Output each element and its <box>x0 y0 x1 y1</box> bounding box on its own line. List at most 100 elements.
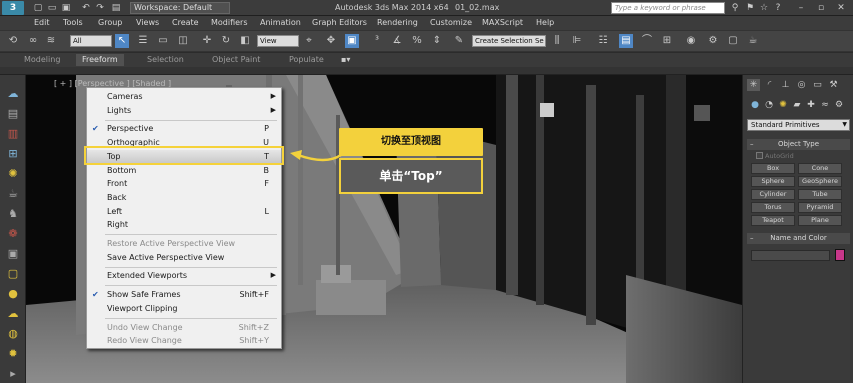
subscription-icon[interactable]: ⚑ <box>744 2 756 14</box>
menu-item-bottom[interactable]: Bottom B <box>87 164 281 177</box>
menu-item-front[interactable]: Front F <box>87 177 281 190</box>
menu-item-lights[interactable]: Lights ▶ <box>87 104 281 117</box>
motion-tab-icon[interactable]: ◎ <box>795 79 808 91</box>
menu-group[interactable]: Group <box>98 17 122 29</box>
teapot-icon[interactable]: ☕ <box>5 187 21 201</box>
redo-icon[interactable]: ↷ <box>94 2 106 14</box>
curve-editor-icon[interactable]: ⌒ <box>640 34 654 48</box>
graphite-ribbon-icon[interactable]: ▤ <box>619 34 633 48</box>
layer-icon[interactable]: ▤ <box>5 107 21 121</box>
layer-manager-icon[interactable]: ☷ <box>596 34 610 48</box>
undo-icon[interactable]: ⟲ <box>6 34 20 48</box>
render-production-icon[interactable]: ☕ <box>746 34 760 48</box>
menu-item-perspective[interactable]: ✔ Perspective P <box>87 122 281 135</box>
open-file-icon[interactable]: ▭ <box>46 2 58 14</box>
menu-item-redo-view-change[interactable]: Redo View Change Shift+Y <box>87 334 281 347</box>
tab-freeform[interactable]: Freeform <box>76 54 124 66</box>
window-crossing-icon[interactable]: ◫ <box>176 34 190 48</box>
tube-button[interactable]: Tube <box>798 189 842 200</box>
snaps-toggle-icon[interactable]: ³ <box>370 34 384 48</box>
rectangular-selection-icon[interactable]: ▭ <box>156 34 170 48</box>
reference-coordinate-dropdown[interactable]: View <box>257 35 299 47</box>
menu-views[interactable]: Views <box>136 17 159 29</box>
move-icon[interactable]: ✛ <box>200 34 214 48</box>
menu-rendering[interactable]: Rendering <box>377 17 418 29</box>
menu-item-show-safe-frames[interactable]: ✔ Show Safe Frames Shift+F <box>87 288 281 301</box>
select-manipulate-icon[interactable]: ✥ <box>324 34 338 48</box>
geometry-icon[interactable]: ● <box>749 99 761 111</box>
hierarchy-tab-icon[interactable]: ⊥ <box>779 79 792 91</box>
menu-item-back[interactable]: Back <box>87 191 281 204</box>
schematic-view-icon[interactable]: ⊞ <box>660 34 674 48</box>
minimize-icon[interactable]: – <box>795 2 807 14</box>
autogrid-checkbox[interactable] <box>756 152 763 159</box>
project-folder-icon[interactable]: ▤ <box>110 2 122 14</box>
pyramid-button[interactable]: Pyramid <box>798 202 842 213</box>
sphere-button[interactable]: Sphere <box>751 176 795 187</box>
material-editor-icon[interactable]: ◉ <box>684 34 698 48</box>
save-file-icon[interactable]: ▣ <box>60 2 72 14</box>
cube-icon[interactable]: ▣ <box>5 247 21 261</box>
space-warps-icon[interactable]: ≈ <box>819 99 831 111</box>
rendered-frame-window-icon[interactable]: ▢ <box>726 34 740 48</box>
menu-animation[interactable]: Animation <box>260 17 301 29</box>
helpers-icon[interactable]: ✚ <box>805 99 817 111</box>
menu-help[interactable]: Help <box>536 17 554 29</box>
percent-snap-icon[interactable]: % <box>410 34 424 48</box>
selection-filter-dropdown[interactable]: All <box>70 35 112 47</box>
link-icon[interactable]: ∞ <box>26 34 40 48</box>
tab-selection[interactable]: Selection <box>147 54 184 66</box>
undo-icon[interactable]: ↶ <box>80 2 92 14</box>
particle-icon[interactable]: ❁ <box>5 227 21 241</box>
help-icon[interactable]: ? <box>772 2 784 14</box>
menu-item-cameras[interactable]: Cameras ▶ <box>87 90 281 103</box>
mirror-icon[interactable]: ⫼ <box>550 34 564 48</box>
tab-modeling[interactable]: Modeling <box>24 54 60 66</box>
name-and-color-rollout[interactable]: – Name and Color <box>747 233 850 244</box>
object-color-swatch[interactable] <box>835 249 845 261</box>
expand-arrow-icon[interactable]: ▸ <box>5 367 21 381</box>
communication-center-icon[interactable]: ☆ <box>758 2 770 14</box>
spinner-snap-icon[interactable]: ⇕ <box>430 34 444 48</box>
teapot-button[interactable]: Teapot <box>751 215 795 226</box>
tab-populate[interactable]: Populate <box>289 54 324 66</box>
angle-snap-icon[interactable]: ∡ <box>390 34 404 48</box>
keyboard-shortcut-override-icon[interactable]: ▣ <box>345 34 359 48</box>
menu-item-undo-view-change[interactable]: Undo View Change Shift+Z <box>87 321 281 334</box>
rotate-icon[interactable]: ↻ <box>219 34 233 48</box>
frame-icon[interactable]: ▢ <box>5 267 21 281</box>
book-icon[interactable]: ▥ <box>5 127 21 141</box>
cameras-icon[interactable]: ▰ <box>791 99 803 111</box>
pivot-center-icon[interactable]: ⌖ <box>302 34 316 48</box>
torus-button[interactable]: Torus <box>751 202 795 213</box>
new-file-icon[interactable]: ▢ <box>32 2 44 14</box>
menu-customize[interactable]: Customize <box>430 17 472 29</box>
search-input[interactable]: Type a keyword or phrase <box>611 2 725 14</box>
render-setup-icon[interactable]: ⚙ <box>706 34 720 48</box>
plane-button[interactable]: Plane <box>798 215 842 226</box>
menu-item-save-perspective[interactable]: Save Active Perspective View <box>87 251 281 264</box>
lights-icon[interactable]: ✺ <box>777 99 789 111</box>
create-tab-icon[interactable]: ✳ <box>747 79 760 91</box>
maximize-icon[interactable]: ▫ <box>815 2 827 14</box>
utilities-tab-icon[interactable]: ⚒ <box>827 79 840 91</box>
systems-icon[interactable]: ⚙ <box>833 99 845 111</box>
menu-modifiers[interactable]: Modifiers <box>211 17 248 29</box>
geosphere-button[interactable]: GeoSphere <box>798 176 842 187</box>
grid-icon[interactable]: ⊞ <box>5 147 21 161</box>
shapes-icon[interactable]: ◔ <box>763 99 775 111</box>
binoculars-icon[interactable]: ⚲ <box>729 2 741 14</box>
bulb-icon[interactable]: ◍ <box>5 327 21 341</box>
cloud-shape-icon[interactable]: ☁ <box>5 307 21 321</box>
cone-button[interactable]: Cone <box>798 163 842 174</box>
scale-icon[interactable]: ◧ <box>238 34 252 48</box>
cloud-icon[interactable]: ☁ <box>5 87 21 101</box>
object-type-rollout[interactable]: – Object Type <box>747 139 850 150</box>
menu-item-extended-viewports[interactable]: Extended Viewports ▶ <box>87 269 281 282</box>
menu-tools[interactable]: Tools <box>63 17 83 29</box>
menu-maxscript[interactable]: MAXScript <box>482 17 523 29</box>
menu-edit[interactable]: Edit <box>34 17 50 29</box>
menu-item-left[interactable]: Left L <box>87 205 281 218</box>
app-logo-icon[interactable]: 3 <box>2 1 24 15</box>
workspace-dropdown[interactable]: Workspace: Default <box>130 2 230 14</box>
